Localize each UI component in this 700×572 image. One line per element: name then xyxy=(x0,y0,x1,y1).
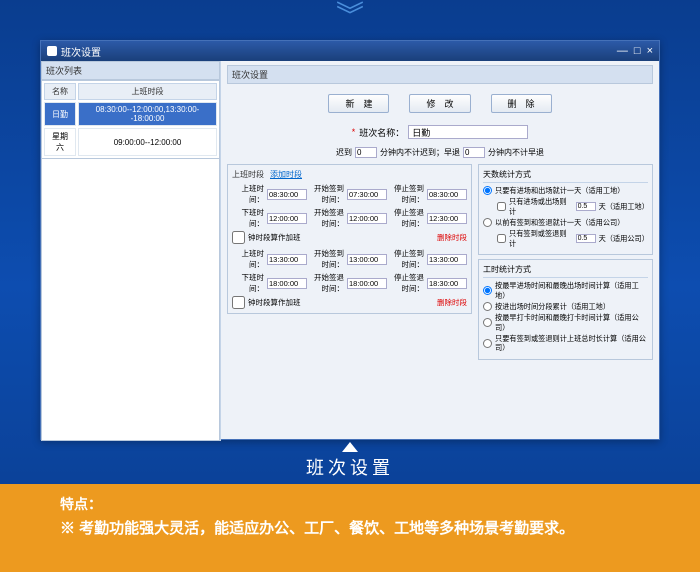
checkin-start-input-2[interactable] xyxy=(347,254,387,265)
col-name: 名称 xyxy=(44,83,76,100)
overtime-checkbox-1[interactable] xyxy=(232,231,245,244)
new-button[interactable]: 新 建 xyxy=(328,94,389,113)
late-minutes-input[interactable] xyxy=(355,147,377,158)
edit-button[interactable]: 修 改 xyxy=(409,94,470,113)
half-day-input-1[interactable] xyxy=(576,202,596,211)
day-count-group: 天数统计方式 只要有进场和出场就计一天（适用工地） 只有进场或出场则计天（适用工… xyxy=(478,164,653,255)
hour-opt-1[interactable] xyxy=(483,286,492,295)
early-minutes-input[interactable] xyxy=(463,147,485,158)
hour-count-title: 工时统计方式 xyxy=(483,264,648,278)
delete-period-link-2[interactable]: 删除时段 xyxy=(437,297,467,308)
required-mark: * xyxy=(352,127,356,137)
early-text: 分钟内不计早退 xyxy=(488,147,544,158)
features-text: ※ 考勤功能强大灵活，能适应办公、工厂、餐饮、工地等多种场景考勤要求。 xyxy=(60,518,640,541)
app-icon xyxy=(47,46,57,56)
checkin-end-input[interactable] xyxy=(427,189,467,200)
day-opt-2[interactable] xyxy=(497,202,506,211)
features-heading: 特点： xyxy=(60,494,640,514)
shift-table: 名称上班时段 日勤08:30:00--12:00:00,13:30:00--18… xyxy=(41,80,220,159)
checkin-end-input-2[interactable] xyxy=(427,254,467,265)
half-day-input-2[interactable] xyxy=(576,234,596,243)
name-label: 班次名称： xyxy=(359,126,404,139)
start-time-input[interactable] xyxy=(267,189,307,200)
delete-button[interactable]: 删 除 xyxy=(491,94,552,113)
day-opt-1[interactable] xyxy=(483,186,492,195)
hour-opt-2[interactable] xyxy=(483,302,492,311)
periods-title: 上班时段 xyxy=(232,169,264,180)
list-blank xyxy=(41,159,220,441)
settings-window: 班次设置 — □ × 班次列表 名称上班时段 日勤08:30:00--12:00… xyxy=(40,40,660,440)
checkout-start-input-2[interactable] xyxy=(347,278,387,289)
end-time-input-2[interactable] xyxy=(267,278,307,289)
checkin-start-input[interactable] xyxy=(347,189,387,200)
delete-period-link[interactable]: 删除时段 xyxy=(437,232,467,243)
hour-opt-4[interactable] xyxy=(483,339,492,348)
minimize-button[interactable]: — xyxy=(617,45,628,57)
table-row[interactable]: 星期六09:00:00--12:00:00 xyxy=(44,128,217,156)
overtime-checkbox-2[interactable] xyxy=(232,296,245,309)
add-period-link[interactable]: 添加时段 xyxy=(270,169,302,180)
hour-count-group: 工时统计方式 按最早进场时间和最晚出场时间计算（适用工地） 按进出场时间分段累计… xyxy=(478,259,653,360)
shift-name-input[interactable] xyxy=(408,125,528,139)
titlebar: 班次设置 — □ × xyxy=(41,41,659,61)
shift-list-panel: 班次列表 名称上班时段 日勤08:30:00--12:00:00,13:30:0… xyxy=(41,61,221,441)
checkout-start-input[interactable] xyxy=(347,213,387,224)
checkout-end-input-2[interactable] xyxy=(427,278,467,289)
config-header: 班次设置 xyxy=(227,65,653,84)
end-time-input[interactable] xyxy=(267,213,307,224)
day-opt-3[interactable] xyxy=(483,218,492,227)
triangle-pointer xyxy=(342,442,358,452)
late-label: 迟到 xyxy=(336,147,352,158)
hour-opt-3[interactable] xyxy=(483,318,492,327)
checkout-end-input[interactable] xyxy=(427,213,467,224)
col-time: 上班时段 xyxy=(78,83,217,100)
maximize-button[interactable]: □ xyxy=(634,45,641,57)
start-time-input-2[interactable] xyxy=(267,254,307,265)
close-button[interactable]: × xyxy=(647,45,653,57)
shift-list-header: 班次列表 xyxy=(41,61,220,80)
day-opt-4[interactable] xyxy=(497,234,506,243)
shift-config-panel: 班次设置 新 建 修 改 删 除 * 班次名称： 迟到 分钟内不计迟到；早退 分… xyxy=(221,61,659,441)
page-caption: 班次设置 xyxy=(0,454,700,480)
window-title: 班次设置 xyxy=(61,44,101,59)
time-periods-group: 上班时段 添加时段 上班时间： 开始签到时间： 停止签到时间： 下班时间： 开始… xyxy=(227,164,472,314)
table-row[interactable]: 日勤08:30:00--12:00:00,13:30:00--18:00:00 xyxy=(44,102,217,126)
features-banner: 特点： ※ 考勤功能强大灵活，能适应办公、工厂、餐饮、工地等多种场景考勤要求。 xyxy=(0,484,700,572)
late-text: 分钟内不计迟到；早退 xyxy=(380,147,460,158)
day-count-title: 天数统计方式 xyxy=(483,169,648,183)
decoration-chevrons: ︾︾ xyxy=(336,0,364,23)
